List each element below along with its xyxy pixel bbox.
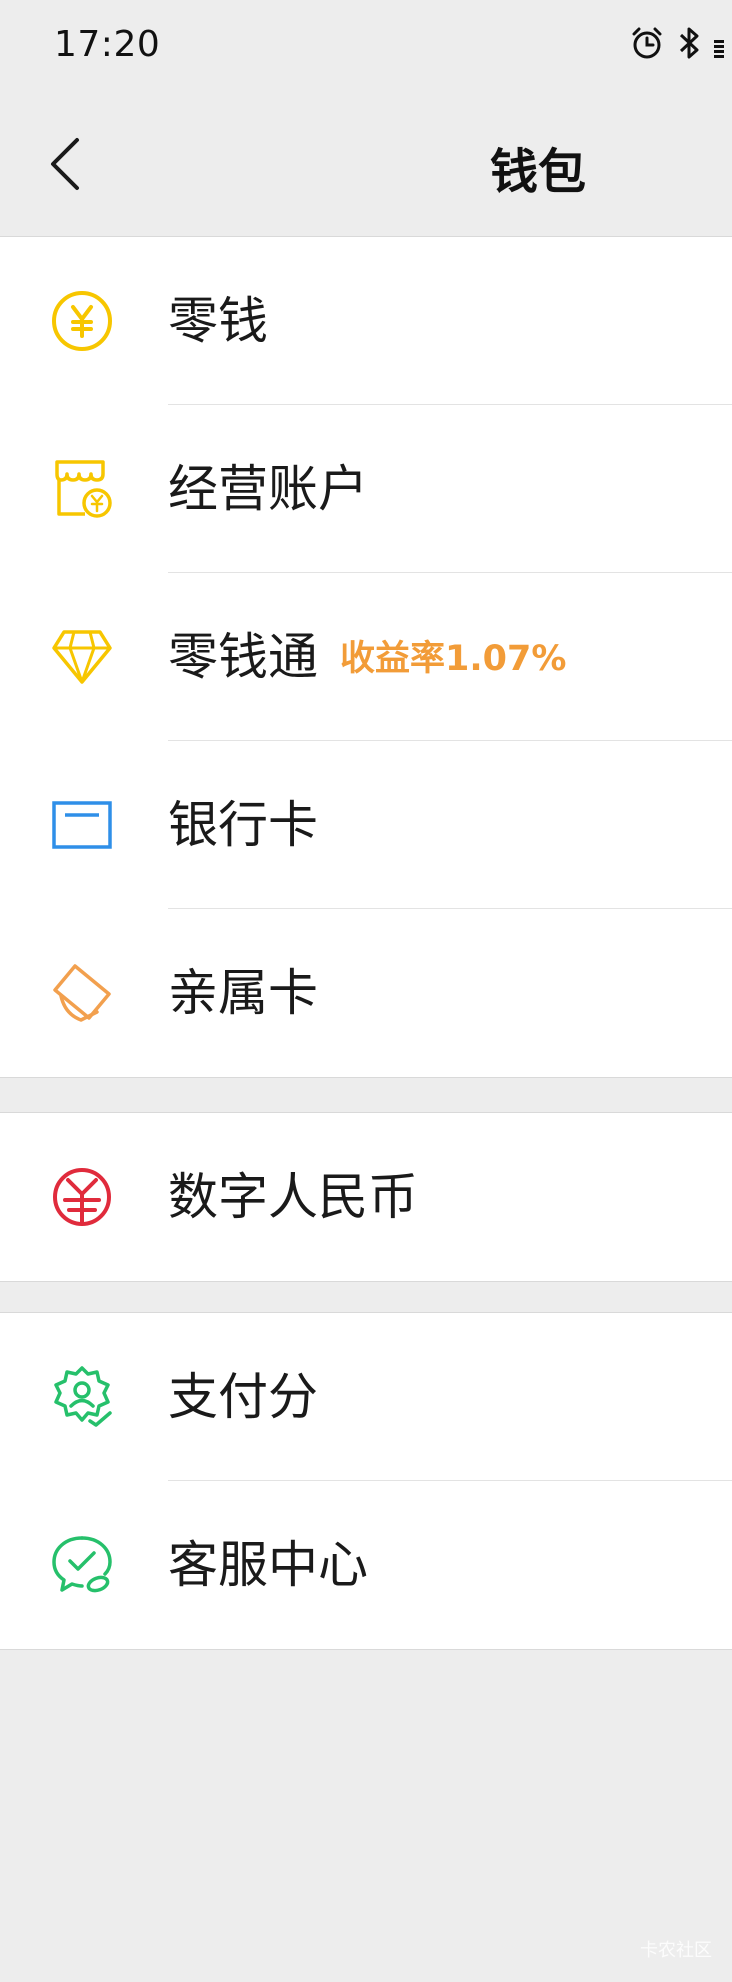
status-bar: 17:20 <box>0 0 732 96</box>
family-card-icon <box>50 961 114 1025</box>
diamond-icon <box>50 625 114 689</box>
wallet-group-main: 零钱 经营账户 零钱通 收益率1.07% 银行卡 亲属卡 <box>0 236 732 1078</box>
status-icons <box>630 26 724 64</box>
list-item-label: 客服中心 <box>168 1536 368 1594</box>
pay-score-icon <box>50 1365 114 1429</box>
list-item-label: 零钱通 收益率1.07% <box>168 629 566 687</box>
list-item-lingqiantong[interactable]: 零钱通 收益率1.07% <box>0 573 732 741</box>
list-item-bank-card[interactable]: 银行卡 <box>0 741 732 909</box>
list-item-customer-service[interactable]: 客服中心 <box>0 1481 732 1649</box>
alarm-icon <box>630 26 664 64</box>
list-item-digital-rmb[interactable]: 数字人民币 <box>0 1113 732 1281</box>
yuan-coin-icon <box>50 289 114 353</box>
list-item-label: 亲属卡 <box>168 964 318 1022</box>
wallet-group-services: 支付分 客服中心 <box>0 1312 732 1650</box>
list-item-pay-score[interactable]: 支付分 <box>0 1313 732 1481</box>
back-button[interactable] <box>30 126 100 206</box>
bank-card-icon <box>50 793 114 857</box>
watermark: 卡农社区 <box>640 1940 712 1961</box>
signal-icon <box>714 26 724 64</box>
digital-rmb-icon <box>50 1165 114 1229</box>
nav-bar: 钱包 <box>0 96 732 237</box>
shop-account-icon <box>50 457 114 521</box>
yield-rate-text: 收益率1.07% <box>340 639 567 679</box>
list-item-label: 经营账户 <box>168 460 368 518</box>
bluetooth-icon <box>678 26 700 64</box>
list-item-label: 零钱 <box>168 292 268 350</box>
list-item-title: 零钱通 <box>168 628 318 686</box>
page-title: 钱包 <box>490 144 587 200</box>
list-item-label: 支付分 <box>168 1368 318 1426</box>
list-item-label: 数字人民币 <box>168 1168 418 1226</box>
list-item-label: 银行卡 <box>168 796 318 854</box>
customer-service-icon <box>50 1533 114 1597</box>
wallet-group-digital-rmb: 数字人民币 <box>0 1112 732 1282</box>
chevron-left-icon <box>47 136 83 196</box>
list-item-business-account[interactable]: 经营账户 <box>0 405 732 573</box>
list-item-family-card[interactable]: 亲属卡 <box>0 909 732 1077</box>
status-time: 17:20 <box>54 24 161 65</box>
list-item-change[interactable]: 零钱 <box>0 237 732 405</box>
